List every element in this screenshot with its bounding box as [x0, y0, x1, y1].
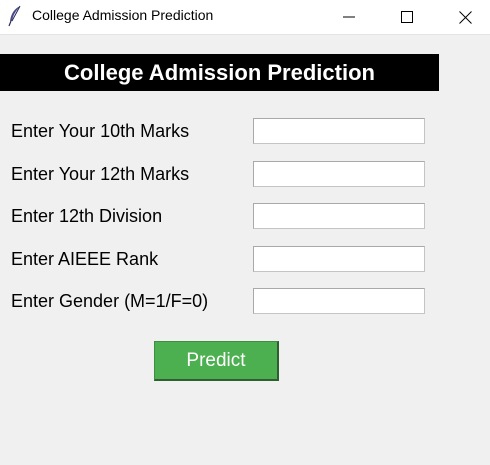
input-12th-marks[interactable] [253, 161, 425, 187]
input-12th-division[interactable] [253, 203, 425, 229]
minimize-icon [343, 16, 355, 18]
label-aieee-rank: Enter AIEEE Rank [11, 249, 159, 269]
maximize-icon [401, 11, 413, 23]
predict-button[interactable]: Predict [154, 341, 279, 381]
label-gender: Enter Gender (M=1/F=0) [11, 291, 209, 311]
title-bar: College Admission Prediction [0, 0, 490, 35]
page-heading: College Admission Prediction [0, 54, 439, 91]
window-title: College Admission Prediction [32, 7, 214, 23]
feather-icon [8, 5, 21, 27]
input-10th-marks[interactable] [253, 118, 425, 144]
input-gender[interactable] [253, 288, 425, 314]
maximize-button[interactable] [378, 0, 436, 34]
minimize-button[interactable] [320, 0, 378, 34]
label-10th-marks: Enter Your 10th Marks [11, 121, 190, 141]
close-icon [458, 10, 472, 24]
label-12th-division: Enter 12th Division [11, 206, 163, 226]
close-button[interactable] [436, 0, 490, 34]
label-12th-marks: Enter Your 12th Marks [11, 164, 190, 184]
input-aieee-rank[interactable] [253, 246, 425, 272]
